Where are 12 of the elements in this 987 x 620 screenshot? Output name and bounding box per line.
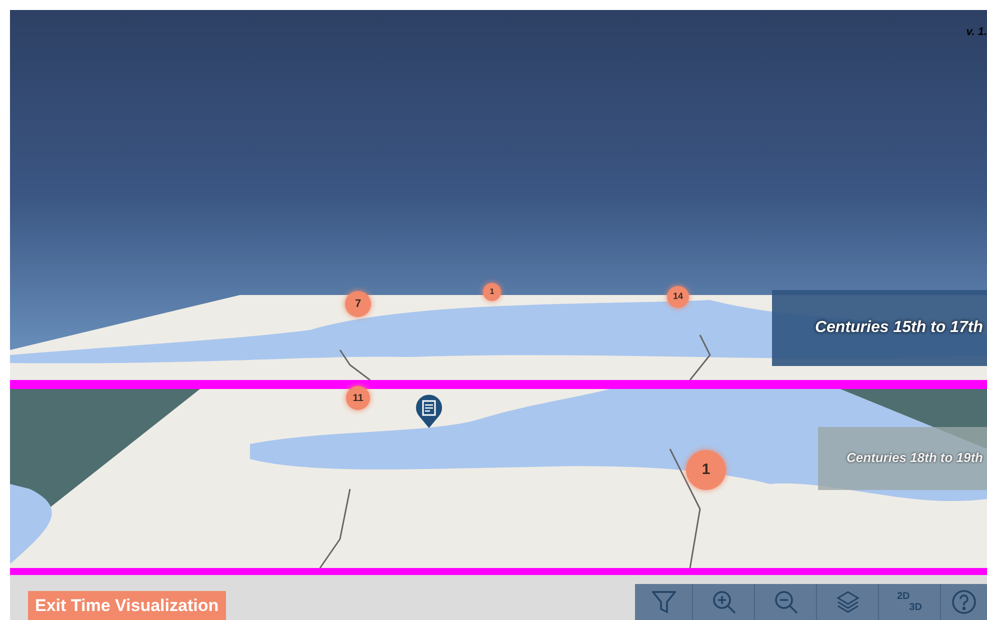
map-view-bottom[interactable]: 11 1 Centuries 18th to 19th xyxy=(10,389,987,568)
zoom-out-icon xyxy=(774,590,798,614)
help-icon xyxy=(951,589,977,615)
version-text: v. 1. xyxy=(966,25,987,40)
map-view-top[interactable]: v. 1. 7 1 14 Centuries 15th to 17th xyxy=(10,10,987,380)
cluster-marker[interactable]: 1 xyxy=(483,283,501,301)
cluster-marker[interactable]: 14 xyxy=(667,286,689,308)
filter-icon xyxy=(652,591,676,613)
document-pin-icon[interactable] xyxy=(415,394,443,428)
layers-icon xyxy=(836,590,860,614)
zoom-in-icon xyxy=(712,590,736,614)
time-period-label[interactable]: Centuries 15th to 17th xyxy=(772,290,987,366)
